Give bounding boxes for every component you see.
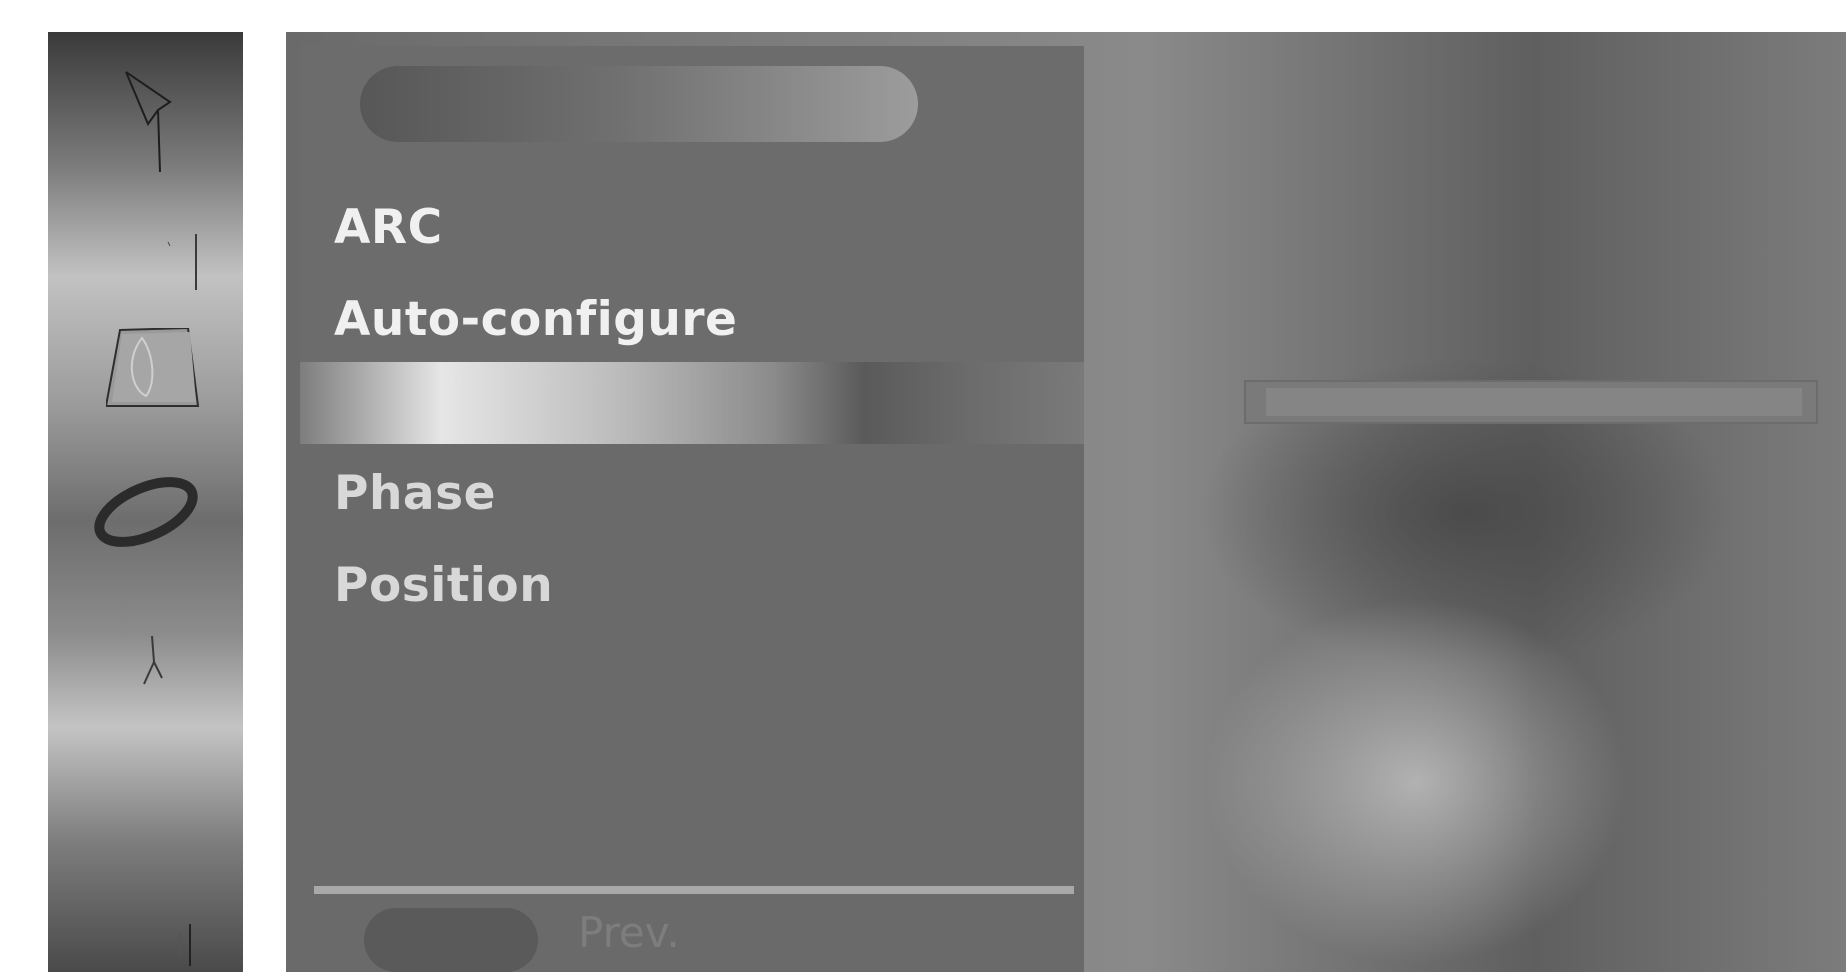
menu-item-phase[interactable]: Phase <box>334 466 496 521</box>
slider-fill <box>1266 388 1802 416</box>
menu-item-highlighted[interactable] <box>300 362 1084 444</box>
menu-item-position[interactable]: Position <box>334 558 553 613</box>
adjust-slider[interactable] <box>1244 380 1818 424</box>
lock-icon[interactable] <box>132 632 182 692</box>
sound-icon[interactable] <box>148 230 198 300</box>
picture-icon[interactable] <box>118 62 188 177</box>
screen-menu-panel: ARC Auto-configure Phase Position Prev. <box>300 46 1084 972</box>
footer-divider <box>314 886 1074 894</box>
menu-item-arc[interactable]: ARC <box>334 200 443 255</box>
prev-button-icon[interactable] <box>364 908 538 972</box>
sidebar-menu <box>48 32 243 972</box>
option-icon[interactable] <box>94 472 198 552</box>
screen-icon[interactable] <box>106 328 200 408</box>
menu-item-auto-configure[interactable]: Auto-configure <box>334 292 737 347</box>
menu-title-pill <box>360 66 918 142</box>
remote-icon[interactable] <box>174 920 204 970</box>
prev-label: Prev. <box>578 908 680 957</box>
